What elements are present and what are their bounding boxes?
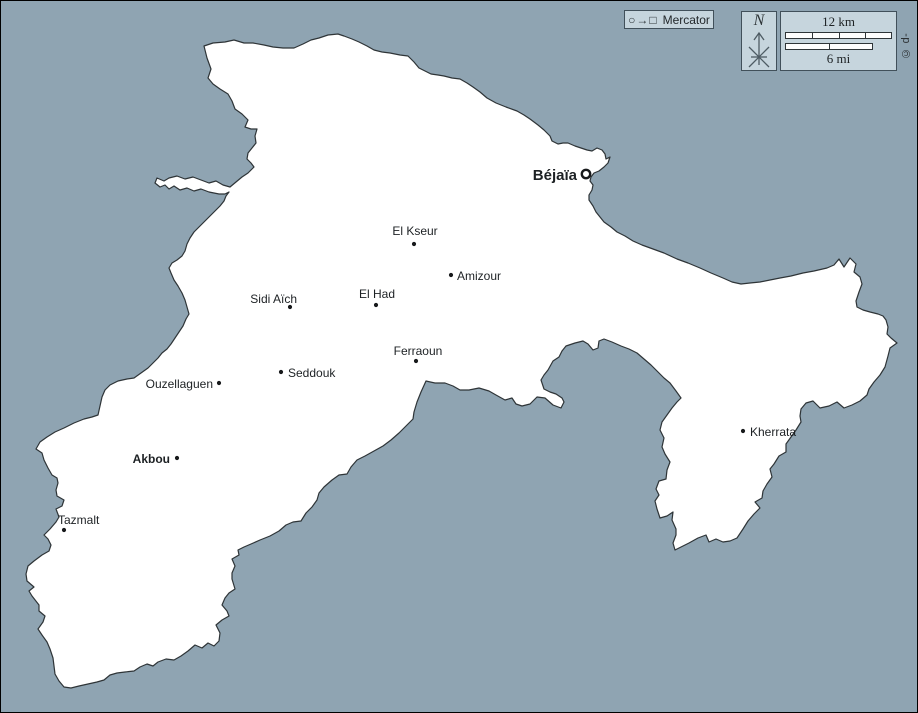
city-6: Seddouk (279, 366, 336, 380)
city-ring-marker (582, 170, 590, 178)
scale-tick (812, 32, 813, 39)
city-label: Amizour (457, 269, 501, 283)
city-7: Ouzellaguen (146, 377, 221, 391)
city-label: Ferraoun (394, 344, 443, 358)
city-dot-marker (374, 303, 378, 307)
city-2: Amizour (449, 269, 501, 283)
city-dot-marker (279, 370, 283, 374)
city-dot-marker (449, 273, 453, 277)
scale-panel: 12 km 6 mi (780, 11, 897, 71)
city-label: Tazmalt (58, 513, 100, 527)
city-label: Béjaïa (533, 167, 578, 184)
city-dot-marker (217, 381, 221, 385)
city-label: Seddouk (288, 366, 336, 380)
city-10: Kherrata (741, 425, 796, 439)
city-dot-marker (414, 359, 418, 363)
scale-tick (865, 32, 866, 39)
scale-km-label: 12 km (781, 15, 896, 29)
city-label: Sidi Aïch (250, 292, 297, 306)
map-svg: Béjaïa El Kseur Amizour Sidi Aïch El Had Ferr… (1, 1, 918, 713)
north-label: N (742, 13, 776, 29)
city-label: Kherrata (750, 425, 796, 439)
scale-tick (829, 43, 830, 50)
scale-tick (839, 32, 840, 39)
projection-panel: ○→□ Mercator (624, 10, 714, 29)
city-dot-marker (741, 429, 745, 433)
scale-mi-label: 6 mi (781, 52, 896, 66)
city-dot-marker (412, 242, 416, 246)
city-label: Akbou (133, 452, 170, 466)
circle-arrow-square-icon: ○→□ (628, 14, 658, 26)
city-label: Ouzellaguen (146, 377, 213, 391)
city-label: El Had (359, 287, 395, 301)
compass-panel: N (741, 11, 777, 71)
watermark: © d-maps.com (898, 7, 914, 85)
city-dot-marker (62, 528, 66, 532)
scale-km-bar (785, 32, 892, 39)
projection-label: Mercator (663, 14, 710, 26)
compass-arrow-icon (742, 29, 776, 69)
scale-mi-bar (785, 43, 873, 50)
city-label: El Kseur (392, 224, 437, 238)
map-canvas: Béjaïa El Kseur Amizour Sidi Aïch El Had Ferr… (0, 0, 918, 713)
city-dot-marker (175, 456, 179, 460)
city-dot-marker (288, 305, 292, 309)
